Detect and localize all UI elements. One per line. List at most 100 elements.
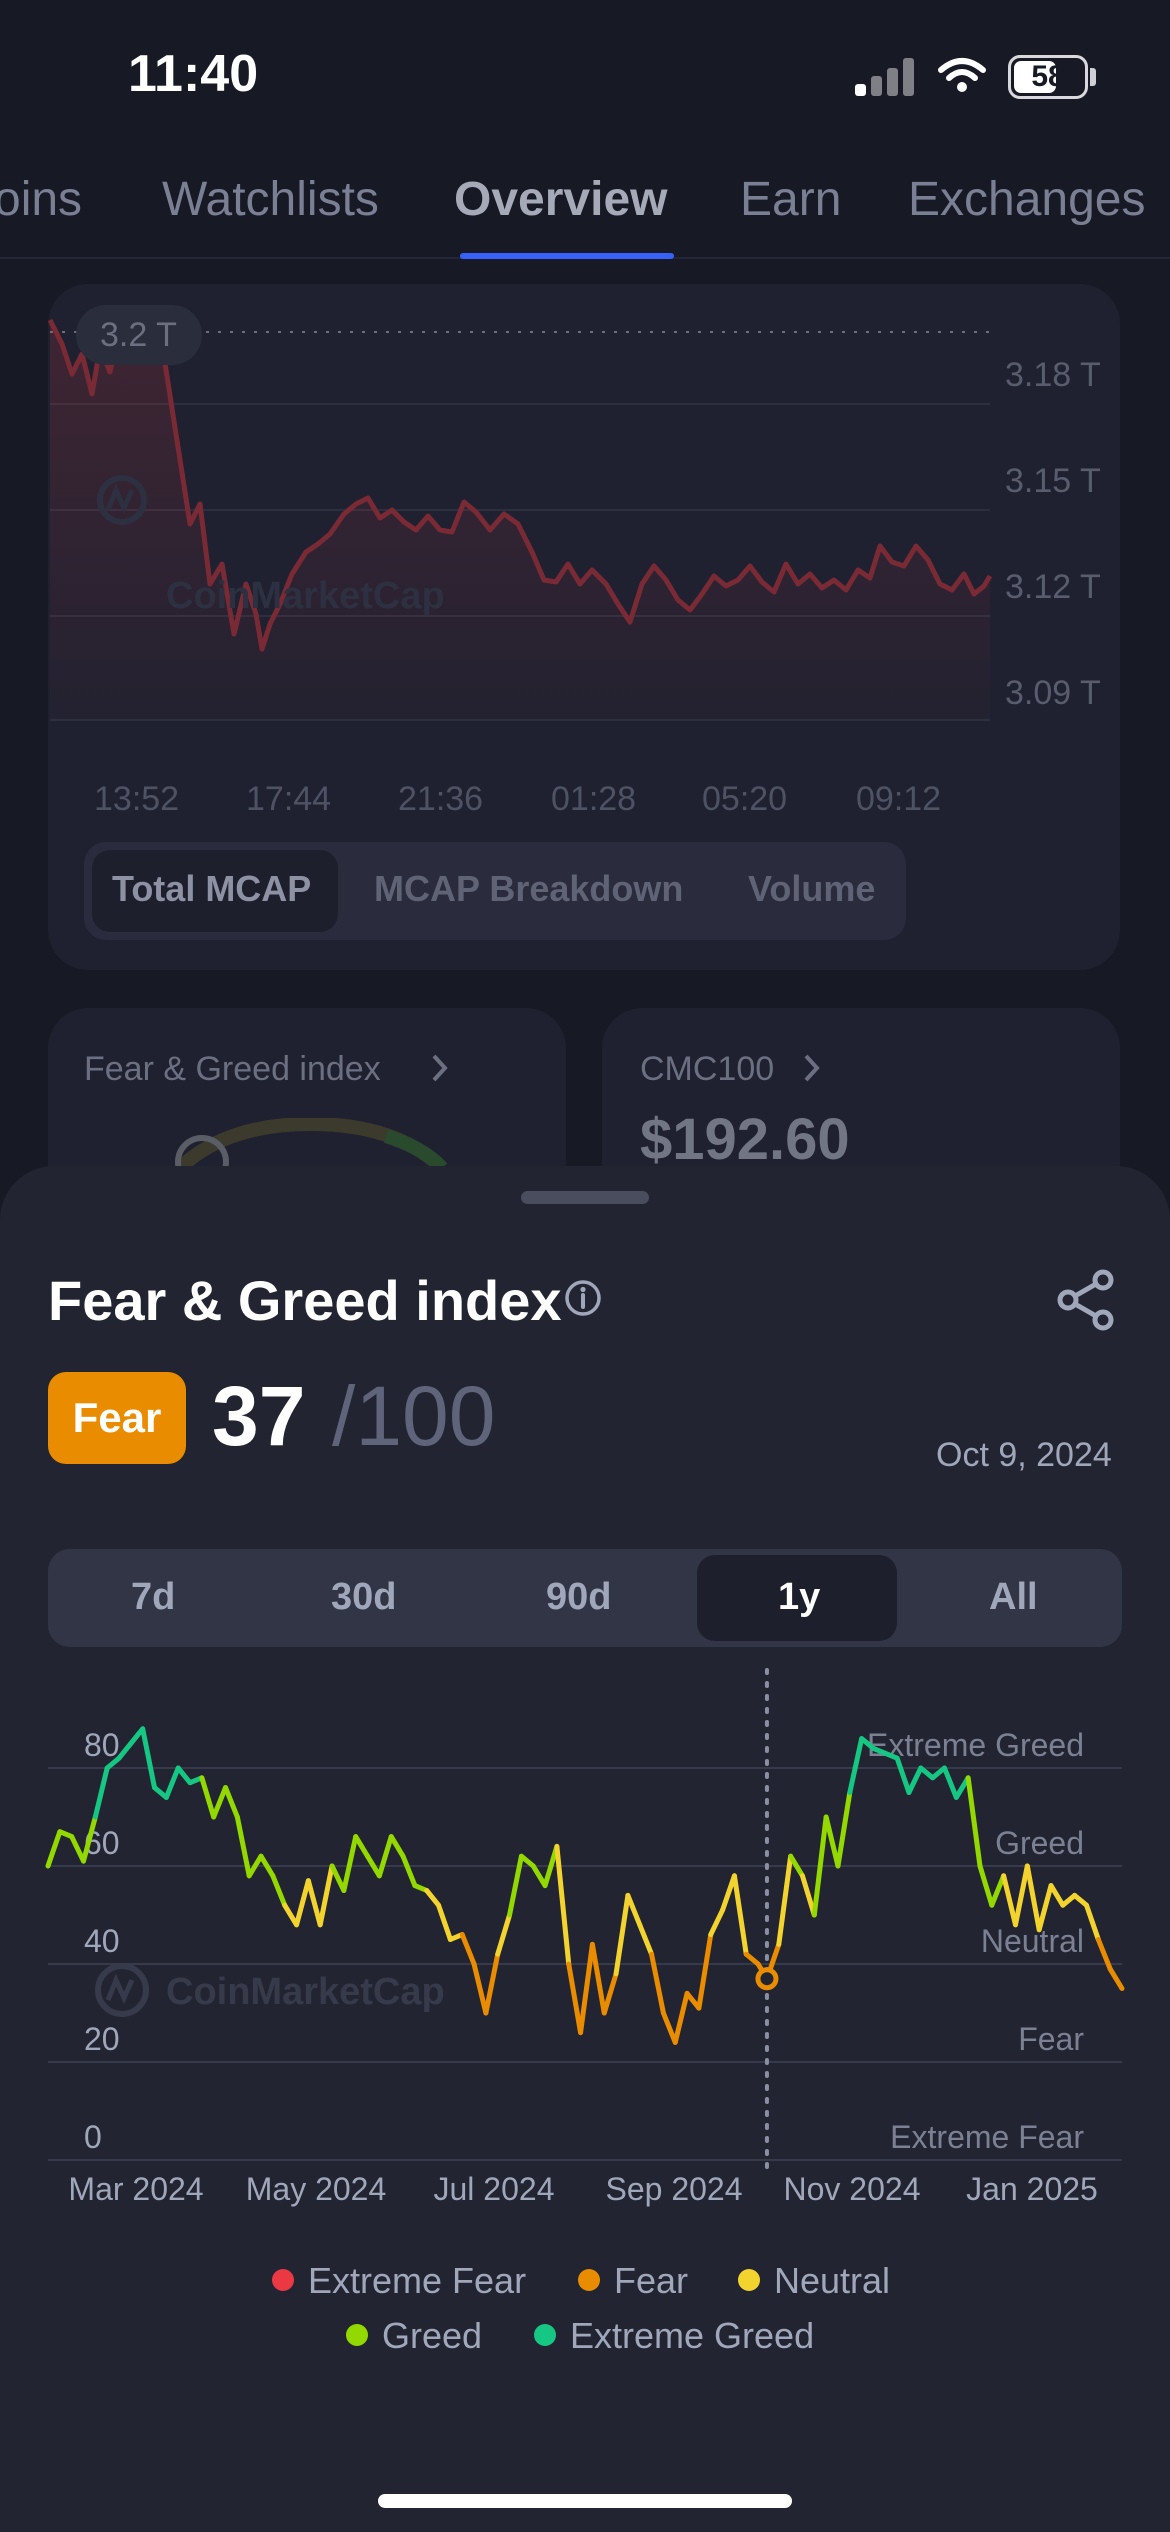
mcap-x-tick: 13:52 [94,780,180,818]
series-segment [1001,1873,1018,1928]
series-segment [589,1941,607,2016]
range-all[interactable]: All [989,1576,1038,1619]
series-segment [140,1726,158,1791]
mcap-x-tick: 17:44 [246,780,332,818]
legend-dot [578,2269,600,2291]
y-tick-label: 20 [84,2021,120,2057]
series-segment [1012,1863,1030,1928]
segment-volume[interactable]: Volume [748,868,875,910]
index-max: /100 [332,1369,496,1463]
share-icon[interactable] [1055,1268,1117,1332]
series-segment [294,1878,311,1928]
legend-extreme-greed: Extreme Greed [534,2315,814,2357]
series-segment [637,1922,655,1957]
legend-dot [534,2324,556,2346]
series-segment [554,1843,572,1967]
tab-earn[interactable]: Earn [740,172,841,227]
legend-fear: Fear [578,2260,688,2302]
chevron-right-icon [804,1054,820,1082]
mcap-y-tick: 3.18 T [1005,356,1101,394]
series-segment [329,1863,347,1893]
series-segment [1083,1902,1101,1942]
series-segment [92,1765,110,1820]
series-segment [776,1853,794,1947]
series-segment [353,1834,371,1859]
series-segment [223,1785,240,1820]
series-segment [400,1853,418,1889]
series-segment [835,1790,853,1869]
series-segment [672,1990,690,2045]
series-segment [601,1971,619,2016]
cmc100-card-title: CMC100 [640,1050,775,1088]
tab-exchanges[interactable]: Exchanges [908,172,1146,227]
series-segment [495,1912,513,1957]
fear-greed-card-title: Fear & Greed index [84,1050,381,1088]
zone-label: Extreme Fear [890,2119,1084,2155]
segment-mcap-breakdown[interactable]: MCAP Breakdown [374,868,683,910]
tab-overview[interactable]: Overview [454,172,667,227]
zone-label: Neutral [981,1923,1084,1959]
selected-date: Oct 9, 2024 [936,1436,1112,1474]
series-segment [199,1775,217,1820]
mcap-x-tick: 05:20 [702,780,788,818]
fear-greed-chart[interactable]: CoinMarketCap 020406080 Extreme GreedGre… [0,1660,1170,2220]
mcap-x-tick: 01:28 [551,780,637,818]
mcap-x-tick: 21:36 [398,780,484,818]
series-segment [823,1814,841,1869]
series-segment [660,2010,678,2045]
mcap-y-tick: 3.09 T [1005,674,1101,712]
chevron-right-icon [432,1054,448,1082]
selected-point[interactable] [755,1967,779,1991]
sentiment-badge: Fear [48,1372,186,1464]
fear-greed-gauge-icon [175,1118,448,1168]
series-segment [613,1892,631,1977]
series-segment [317,1863,335,1928]
segment-total-mcap[interactable]: Total MCAP [112,868,311,910]
zone-label: Fear [1018,2021,1084,2057]
series-segment [1024,1863,1042,1933]
legend-neutral: Neutral [738,2260,890,2302]
legend-label: Extreme Greed [570,2315,815,2356]
legend-greed: Greed [346,2315,482,2357]
y-tick-label: 80 [84,1727,120,1763]
range-90d[interactable]: 90d [546,1576,611,1619]
series-segment [965,1775,983,1869]
series-segment [977,1863,995,1908]
legend-label: Greed [382,2315,483,2356]
chart-watermark-text: CoinMarketCap [166,1971,445,2013]
series-segment [708,1907,726,1938]
tab-coins[interactable]: oins [0,172,82,227]
x-tick-label: Mar 2024 [68,2171,203,2207]
y-tick-label: 40 [84,1923,120,1959]
mcap-y-tick: 3.15 T [1005,462,1101,500]
series-segment [566,1961,584,2036]
y-tick-label: 0 [84,2119,102,2155]
home-indicator [378,2494,792,2508]
sheet-grabber[interactable] [521,1191,649,1204]
series-segment [941,1765,959,1800]
chart-watermark: CoinMarketCap [95,1963,445,2017]
series-segment [388,1834,406,1859]
series-segment [906,1765,924,1795]
mcap-x-tick: 09:12 [856,780,942,818]
range-1y[interactable]: 1y [778,1576,820,1619]
series-segment [459,1932,477,1967]
legend-dot [738,2269,760,2291]
tab-watchlists[interactable]: Watchlists [162,172,379,227]
cmc100-value: $192.60 [640,1107,850,1172]
series-segment [625,1892,643,1928]
legend-dot [272,2269,294,2291]
legend-label: Fear [614,2260,689,2301]
mcap-watermark: CoinMarketCap [166,575,445,617]
series-segment [578,1941,595,2036]
battery-tip [1090,68,1096,86]
x-tick-label: Nov 2024 [784,2171,921,2207]
series-segment [376,1834,394,1879]
info-icon[interactable] [564,1279,602,1317]
series-segment [894,1755,912,1795]
range-7d[interactable]: 7d [131,1576,175,1619]
series-segment [731,1873,749,1957]
range-30d[interactable]: 30d [331,1576,396,1619]
series-segment [436,1902,453,1942]
sheet-title: Fear & Greed index [48,1269,562,1332]
